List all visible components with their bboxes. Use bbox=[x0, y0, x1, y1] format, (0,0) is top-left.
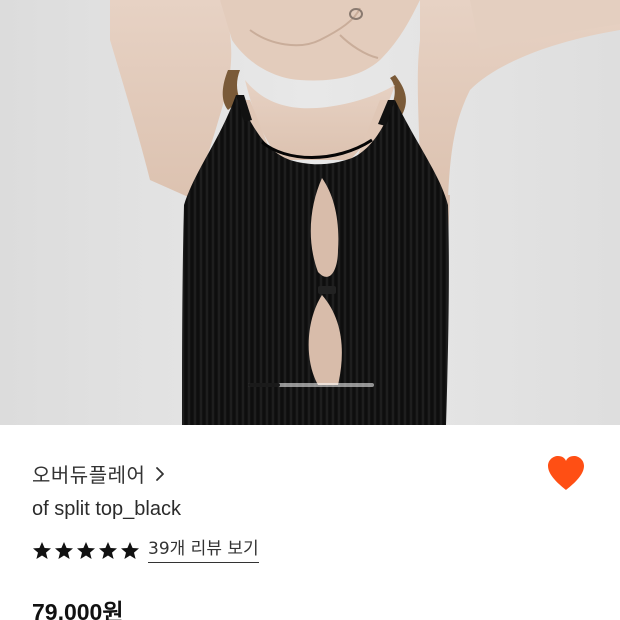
star-icon bbox=[55, 542, 73, 559]
star-icon bbox=[99, 542, 117, 559]
product-image[interactable] bbox=[0, 0, 620, 425]
star-icon bbox=[121, 542, 139, 559]
product-detail-page: 오버듀플레어 of split top_black 39개 리뷰 보기 79,0… bbox=[0, 0, 620, 620]
review-link[interactable]: 39개 리뷰 보기 bbox=[148, 539, 259, 563]
wishlist-heart-icon[interactable] bbox=[546, 455, 586, 493]
product-name: of split top_black bbox=[32, 498, 181, 520]
product-photo bbox=[0, 0, 620, 425]
chevron-right-icon bbox=[155, 466, 165, 482]
brand-link[interactable]: 오버듀플레어 bbox=[32, 459, 165, 488]
rating-row: 39개 리뷰 보기 bbox=[32, 539, 259, 563]
brand-name[interactable]: 오버듀플레어 bbox=[32, 459, 145, 488]
star-icon bbox=[33, 542, 51, 559]
rating-stars bbox=[32, 541, 140, 561]
star-icon bbox=[77, 542, 95, 559]
product-price: 79,000원 bbox=[32, 599, 124, 620]
product-info: 오버듀플레어 of split top_black 39개 리뷰 보기 79,0… bbox=[0, 425, 620, 620]
carousel-indicator-thumb bbox=[248, 383, 280, 387]
image-carousel-indicator bbox=[248, 383, 374, 387]
